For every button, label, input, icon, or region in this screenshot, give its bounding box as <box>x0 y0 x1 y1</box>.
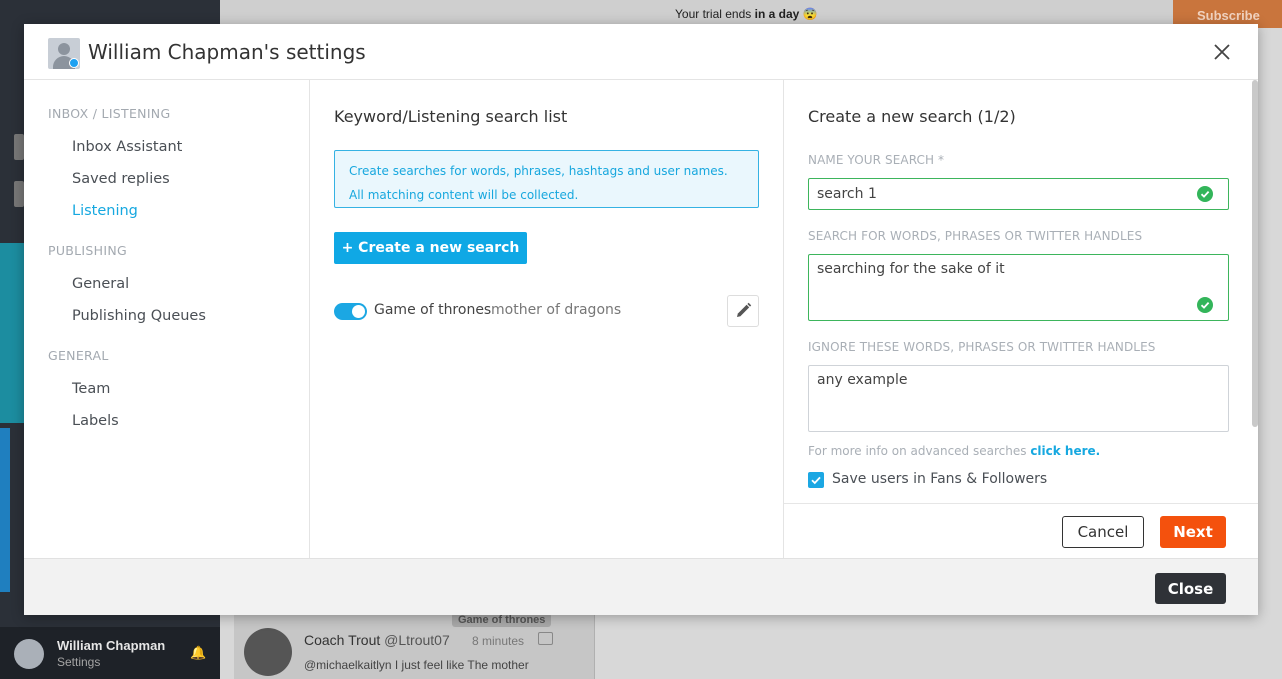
advanced-search-help: For more info on advanced searches click… <box>808 444 1100 458</box>
feed-text: @michaelkaitlyn I just feel like The mot… <box>304 658 529 672</box>
search-name-value: search 1 <box>817 186 877 202</box>
background-panel-strip <box>0 243 24 423</box>
nav-item-team[interactable]: Team <box>72 381 110 397</box>
feed-author[interactable]: Coach Trout @Ltrout07 <box>304 632 450 648</box>
modal-header: William Chapman's settings <box>24 24 1258 80</box>
feed-author-name: Coach Trout <box>304 632 381 648</box>
search-terms: mother of dragons <box>491 302 622 318</box>
trial-notice: Your trial ends in a day 😨 <box>675 7 818 21</box>
nav-section-publishing: PUBLISHING <box>48 243 127 258</box>
search-words-label: SEARCH FOR WORDS, PHRASES OR TWITTER HAN… <box>808 229 1143 243</box>
create-search-button[interactable]: + Create a new search <box>334 232 527 264</box>
pencil-icon <box>737 302 752 317</box>
background-user-sub: Settings <box>57 655 101 669</box>
cancel-button[interactable]: Cancel <box>1062 516 1144 548</box>
check-icon <box>1197 186 1213 202</box>
avatar <box>14 639 44 669</box>
save-users-label: Save users in Fans & Followers <box>832 471 1048 487</box>
feed-handle: @Ltrout07 <box>384 632 450 648</box>
ignore-words-value: any example <box>817 372 908 388</box>
avatar-head <box>58 43 70 55</box>
background-nav-stub <box>14 134 24 160</box>
nav-item-labels[interactable]: Labels <box>72 413 119 429</box>
nav-item-saved-replies[interactable]: Saved replies <box>72 171 170 187</box>
check-icon <box>1197 297 1213 313</box>
search-list-title: Keyword/Listening search list <box>334 107 568 126</box>
nav-section-general: GENERAL <box>48 348 109 363</box>
scrollbar[interactable] <box>1252 80 1258 427</box>
nav-item-listening[interactable]: Listening <box>72 203 138 219</box>
search-words-value: searching for the sake of it <box>817 261 1005 277</box>
save-users-checkbox[interactable] <box>808 472 824 488</box>
bell-icon[interactable]: 🔔 <box>190 646 206 661</box>
background-user-panel[interactable]: William Chapman Settings 🔔 <box>0 627 220 679</box>
new-search-actions: Cancel Next <box>784 503 1258 558</box>
search-name-label: NAME YOUR SEARCH * <box>808 153 945 167</box>
new-search-panel: Create a new search (1/2) NAME YOUR SEAR… <box>784 80 1258 558</box>
background-user-name: William Chapman <box>57 638 166 653</box>
divider <box>594 612 595 679</box>
modal-footer: Close <box>24 558 1258 615</box>
twitter-icon <box>69 58 79 68</box>
search-list-panel: Keyword/Listening search list Create sea… <box>310 80 784 558</box>
close-button[interactable]: Close <box>1155 573 1226 604</box>
settings-nav: INBOX / LISTENING Inbox Assistant Saved … <box>24 80 310 558</box>
nav-item-publishing-queues[interactable]: Publishing Queues <box>72 308 206 324</box>
search-name-input[interactable]: search 1 <box>808 178 1229 210</box>
close-icon[interactable] <box>1210 40 1234 64</box>
avatar <box>48 38 80 69</box>
ignore-words-label: IGNORE THESE WORDS, PHRASES OR TWITTER H… <box>808 340 1156 354</box>
nav-item-general[interactable]: General <box>72 276 129 292</box>
help-text: For more info on advanced searches <box>808 444 1027 458</box>
new-search-title: Create a new search (1/2) <box>808 107 1016 126</box>
next-button[interactable]: Next <box>1160 516 1226 548</box>
search-toggle[interactable] <box>334 303 367 320</box>
feed-time: 8 minutes <box>472 634 525 648</box>
nav-section-inbox: INBOX / LISTENING <box>48 106 171 121</box>
nav-item-inbox-assistant[interactable]: Inbox Assistant <box>72 139 182 155</box>
avatar <box>244 628 292 676</box>
background-nav-stub <box>14 181 24 207</box>
edit-search-button[interactable] <box>727 295 759 327</box>
modal-body: INBOX / LISTENING Inbox Assistant Saved … <box>24 80 1258 558</box>
feed-tag: Game of thrones <box>452 613 552 627</box>
help-link[interactable]: click here. <box>1030 444 1100 458</box>
emoji-icon: 😨 <box>802 7 818 21</box>
message-icon[interactable] <box>538 632 553 645</box>
search-words-input[interactable]: searching for the sake of it <box>808 254 1229 321</box>
background-panel-strip <box>0 428 10 592</box>
info-box: Create searches for words, phrases, hash… <box>334 150 759 208</box>
settings-modal: William Chapman's settings INBOX / LISTE… <box>24 24 1258 615</box>
modal-title: William Chapman's settings <box>88 40 366 64</box>
search-list-item: Game of thrones mother of dragons <box>334 295 759 329</box>
ignore-words-input[interactable]: any example <box>808 365 1229 432</box>
toggle-knob <box>352 305 365 318</box>
search-name: Game of thrones <box>374 302 492 318</box>
trial-text: Your trial ends <box>675 7 752 21</box>
trial-bold: in a day <box>754 7 800 21</box>
